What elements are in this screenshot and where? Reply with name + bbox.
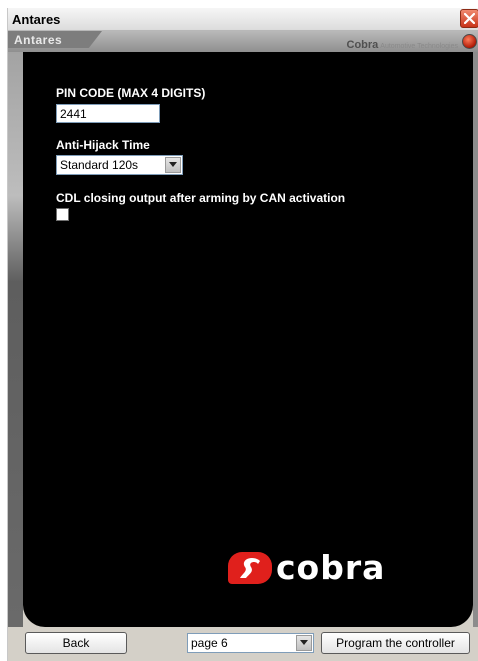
page-select[interactable]: page 6 xyxy=(187,633,314,653)
anti-hijack-value: Standard 120s xyxy=(60,158,139,172)
program-controller-button[interactable]: Program the controller xyxy=(321,632,470,654)
header-band: Antares Cobra Automotive Technologies xyxy=(8,31,478,52)
cobra-logo-text: cobra xyxy=(276,548,386,587)
anti-hijack-select[interactable]: Standard 120s xyxy=(56,155,183,175)
page-dropdown-arrow-button[interactable] xyxy=(296,635,312,651)
brand-tagline: Automotive Technologies xyxy=(380,43,458,50)
pin-code-input[interactable] xyxy=(56,104,160,123)
dropdown-arrow-button[interactable] xyxy=(165,157,181,173)
anti-hijack-label: Anti-Hijack Time xyxy=(56,138,150,152)
status-led-icon xyxy=(462,34,477,49)
left-decoration xyxy=(8,52,23,627)
close-button[interactable] xyxy=(460,9,478,28)
header-brand: Cobra Automotive Technologies xyxy=(347,35,458,53)
header-tab-label: Antares xyxy=(14,33,63,47)
right-decoration xyxy=(473,52,478,627)
cdl-closing-checkbox[interactable] xyxy=(56,208,69,221)
cdl-closing-label: CDL closing output after arming by CAN a… xyxy=(56,191,346,205)
chevron-down-icon xyxy=(300,640,308,645)
window-title: Antares xyxy=(12,12,61,27)
pin-code-label: PIN CODE (MAX 4 DIGITS) xyxy=(56,86,206,100)
cobra-logo: cobra xyxy=(228,548,408,590)
close-x-icon xyxy=(464,13,475,24)
cobra-logo-icon xyxy=(228,552,272,584)
title-bar: Antares xyxy=(8,8,478,31)
page-select-value: page 6 xyxy=(191,636,228,650)
chevron-down-icon xyxy=(169,162,177,167)
brand-name: Cobra xyxy=(346,39,379,51)
header-tab: Antares xyxy=(8,31,102,48)
back-button[interactable]: Back xyxy=(25,632,127,654)
